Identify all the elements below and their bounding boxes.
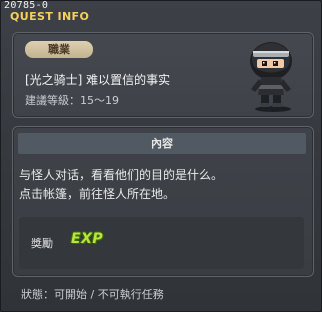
- job-badge: 職業: [25, 41, 93, 58]
- exp-reward-icon: EXP: [71, 231, 104, 247]
- quest-info-window: 20785-0 QUEST INFO 職業 [光之骑士] 难以置信的事实 建議等…: [0, 0, 322, 312]
- content-header: 內容: [18, 133, 306, 154]
- window-title: QUEST INFO: [10, 10, 90, 23]
- quest-content-panel: 內容 与怪人对话，看看他们的目的是什么。 点击帐篷，前往怪人所在地。 獎勵 EX…: [12, 126, 314, 277]
- quest-name: [光之骑士] 难以置信的事实: [25, 73, 171, 87]
- reward-label: 獎勵: [31, 237, 53, 250]
- content-line: 与怪人对话，看看他们的目的是什么。: [19, 168, 224, 182]
- quest-summary-card: 職業 [光之骑士] 难以置信的事实 建議等級：15～19: [12, 32, 314, 118]
- recommended-level: 建議等級：15～19: [25, 94, 119, 107]
- ninja-character-icon: [250, 42, 292, 112]
- content-description: 与怪人对话，看看他们的目的是什么。 点击帐篷，前往怪人所在地。: [19, 166, 223, 204]
- quest-status: 狀態：可開始 / 不可執行任務: [21, 288, 164, 301]
- reward-box: 獎勵 EXP: [19, 217, 304, 269]
- content-line: 点击帐篷，前往怪人所在地。: [19, 187, 176, 201]
